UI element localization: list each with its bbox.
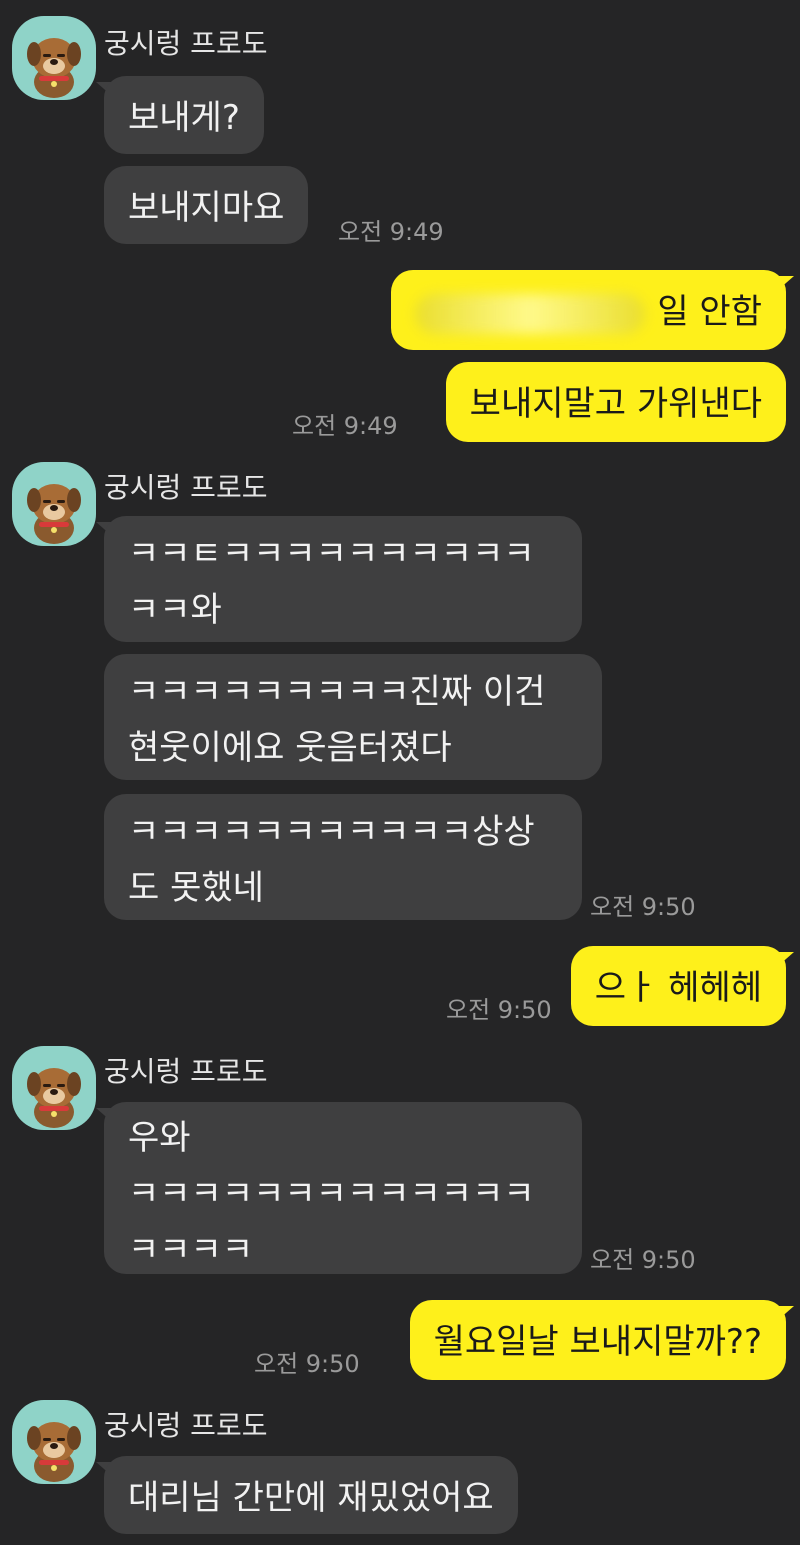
message-bubble[interactable]: 보내지마요 bbox=[104, 166, 309, 244]
sender-name: 궁시렁 프로도 bbox=[104, 1409, 268, 1442]
message-text-line: 우와 bbox=[128, 1118, 191, 1158]
frodo-dog-avatar-icon bbox=[27, 484, 81, 544]
message-bubble-outgoing[interactable]: 월요일날 보내지말까?? bbox=[409, 1300, 786, 1380]
message-bubble[interactable]: 보내게? bbox=[104, 76, 264, 154]
message-text: 대리님 간만에 재밌었어요 bbox=[128, 1478, 494, 1518]
message-bubble[interactable]: ㅋㅋㅋㅋㅋㅋㅋㅋㅋ진짜 이건 현웃이에요 웃음터졌다 bbox=[104, 654, 602, 780]
message-bubble[interactable]: 우와 ㅋㅋㅋㅋㅋㅋㅋㅋㅋㅋㅋㅋㅋ ㅋㅋㅋㅋ bbox=[104, 1102, 582, 1274]
message-text-line: ㅋㅋㅌㅋㅋㅋㅋㅋㅋㅋㅋㅋㅋ bbox=[128, 534, 535, 574]
message-text: 보내지말고 가위낸다 bbox=[469, 384, 762, 424]
frodo-dog-avatar-icon bbox=[27, 1422, 81, 1482]
sender-name: 궁시렁 프로도 bbox=[104, 471, 268, 504]
message-bubble-outgoing[interactable]: 보내지말고 가위낸다 bbox=[445, 362, 786, 442]
message-text: 일 안함 bbox=[657, 292, 762, 332]
redacted-text bbox=[415, 293, 646, 334]
message-text-line: ㅋㅋㅋㅋㅋㅋㅋㅋㅋㅋㅋㅋㅋ bbox=[128, 1174, 535, 1214]
message-text-line: ㅋㅋㅋㅋㅋㅋㅋㅋㅋ진짜 이건 bbox=[128, 672, 546, 712]
message-bubble[interactable]: ㅋㅋㅌㅋㅋㅋㅋㅋㅋㅋㅋㅋㅋ ㅋㅋ와 bbox=[104, 516, 582, 642]
message-text-line: ㅋㅋㅋㅋㅋㅋㅋㅋㅋㅋㅋ상상 bbox=[128, 812, 535, 852]
sender-avatar[interactable] bbox=[12, 462, 96, 546]
message-time: 오전 9:49 bbox=[292, 412, 398, 440]
message-text-line: 현웃이에요 웃음터졌다 bbox=[128, 728, 452, 768]
sender-avatar[interactable] bbox=[12, 1046, 96, 1130]
message-time: 오전 9:49 bbox=[338, 218, 444, 246]
message-time: 오전 9:50 bbox=[590, 1246, 696, 1274]
frodo-dog-avatar-icon bbox=[27, 38, 81, 98]
sender-avatar[interactable] bbox=[12, 16, 96, 100]
message-bubble[interactable]: ㅋㅋㅋㅋㅋㅋㅋㅋㅋㅋㅋ상상 도 못했네 bbox=[104, 794, 582, 920]
message-text-line: ㅋㅋ와 bbox=[128, 590, 222, 630]
message-bubble[interactable]: 대리님 간만에 재밌었어요 bbox=[104, 1456, 518, 1534]
message-text-line: 도 못했네 bbox=[128, 868, 264, 908]
sender-name: 궁시렁 프로도 bbox=[104, 1055, 268, 1088]
message-bubble-outgoing[interactable]: 으ㅏ 헤헤헤 bbox=[570, 946, 786, 1026]
message-text-line: ㅋㅋㅋㅋ bbox=[128, 1230, 254, 1270]
sender-avatar[interactable] bbox=[12, 1400, 96, 1484]
message-bubble-outgoing[interactable]: 일 안함 bbox=[391, 270, 786, 350]
message-time: 오전 9:50 bbox=[254, 1350, 360, 1378]
message-time: 오전 9:50 bbox=[590, 893, 696, 921]
message-text: 월요일날 보내지말까?? bbox=[433, 1322, 762, 1362]
message-text: 보내지마요 bbox=[128, 188, 285, 228]
message-text: 으ㅏ 헤헤헤 bbox=[594, 968, 762, 1008]
message-time: 오전 9:50 bbox=[446, 996, 552, 1024]
message-text: 보내게? bbox=[128, 98, 240, 138]
frodo-dog-avatar-icon bbox=[27, 1068, 81, 1128]
sender-name: 궁시렁 프로도 bbox=[104, 27, 268, 60]
